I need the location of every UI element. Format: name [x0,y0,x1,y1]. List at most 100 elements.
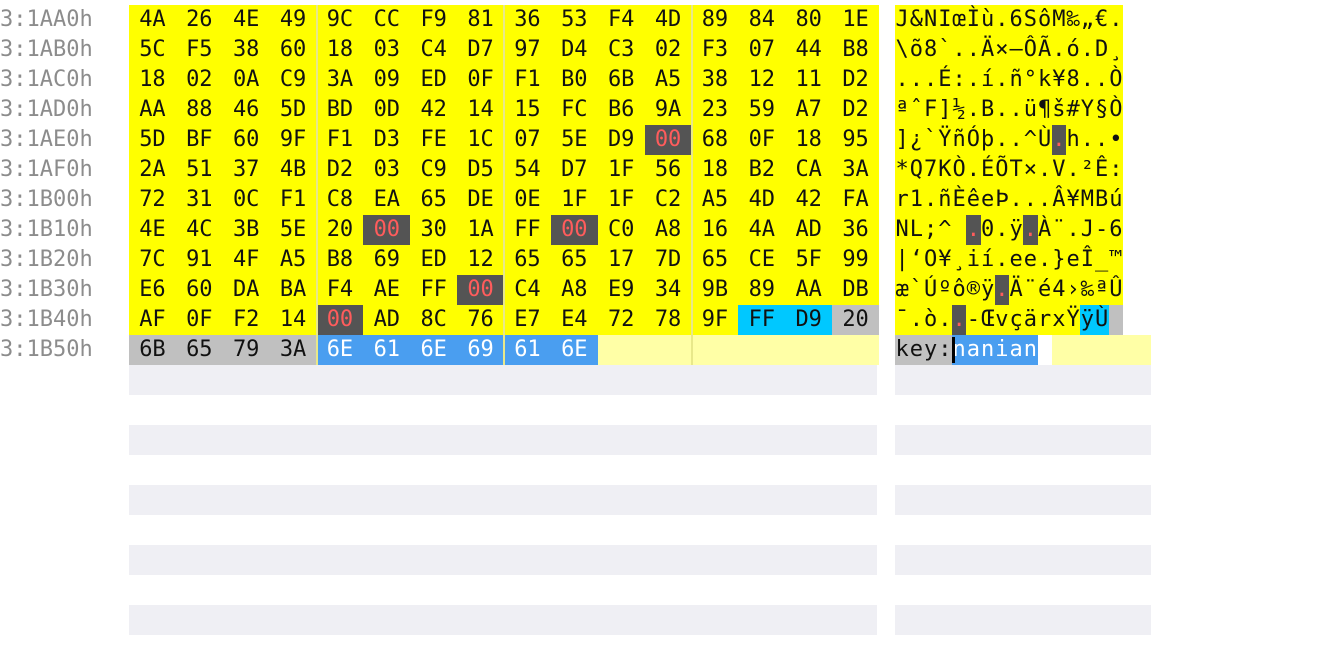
ascii-char-cell[interactable]: ² [1080,155,1095,185]
hex-byte-cell[interactable]: 0C [222,185,270,215]
hex-byte-cell[interactable]: 20 [832,305,879,335]
hex-byte-cell[interactable]: 0D [363,95,411,125]
hex-byte-cell[interactable]: 0F [175,305,223,335]
hex-byte-cell[interactable]: 99 [832,245,879,275]
hex-byte-cell[interactable]: C3 [597,35,645,65]
ascii-char-cell[interactable]: Ù [1037,125,1052,155]
ascii-char-cell[interactable]: n [980,335,995,365]
ascii-char-cell[interactable]: Ì [966,5,981,35]
hex-byte-cell[interactable]: 59 [738,95,786,125]
ascii-char-cell[interactable]: . [909,65,924,95]
hex-byte-cell[interactable]: 14 [269,305,317,335]
ascii-char-cell[interactable]: B [1094,185,1109,215]
hex-byte-cell[interactable]: 16 [691,215,739,245]
ascii-char-cell[interactable]: ‰ [1080,275,1095,305]
ascii-char-cell[interactable]: À [1037,215,1052,245]
ascii-char-cell[interactable]: . [994,215,1009,245]
hex-byte-cell[interactable]: ED [410,245,458,275]
ascii-char-cell[interactable]: N [923,5,938,35]
hex-byte-cell[interactable]: 89 [691,5,739,35]
hex-byte-cell[interactable]: F3 [691,35,739,65]
hex-byte-cell[interactable]: F1 [504,65,551,95]
hex-byte-cell[interactable]: F2 [222,305,270,335]
ascii-char-cell[interactable]: Ä [980,35,995,65]
ascii-char-cell[interactable]: J [1080,215,1095,245]
ascii-char-cell[interactable]: } [1051,245,1066,275]
hex-byte-cell[interactable]: 3A [269,335,317,365]
hex-byte-cell[interactable]: D9 [785,305,833,335]
ascii-char-cell[interactable]: . [1009,125,1024,155]
ascii-char-cell[interactable]: ¶ [1037,95,1052,125]
ascii-char-cell[interactable]: n [1023,335,1038,365]
hex-byte-cell[interactable]: F1 [316,125,364,155]
hex-byte-cell[interactable]: 60 [269,35,317,65]
ascii-char-cell[interactable]: ¸ [952,245,967,275]
ascii-char-cell[interactable]: ¨ [1023,275,1038,305]
ascii-char-cell[interactable]: e [909,335,924,365]
ascii-char-cell[interactable]: ¥ [1066,185,1081,215]
hex-byte-cell[interactable]: 03 [363,35,411,65]
hex-byte-cell[interactable]: 23 [691,95,739,125]
hex-byte-cell[interactable]: 37 [222,155,270,185]
ascii-char-cell[interactable]: k [1037,65,1052,95]
hex-byte-cell[interactable]: F4 [597,5,645,35]
hex-byte-cell[interactable]: D5 [457,155,504,185]
ascii-char-cell[interactable]: : [937,335,952,365]
hex-byte-cell[interactable]: F9 [410,5,458,35]
hex-byte-cell[interactable]: 44 [785,35,833,65]
ascii-char-cell[interactable]: ` [909,275,924,305]
ascii-char-cell[interactable]: . [966,65,981,95]
ascii-char-cell[interactable]: . [1094,125,1109,155]
ascii-char-cell[interactable]: í [980,245,995,275]
hex-byte-cell[interactable]: B0 [550,65,598,95]
ascii-char-cell[interactable]: Ÿ [1066,305,1081,335]
hex-byte-cell[interactable]: D2 [316,155,364,185]
hex-byte-cell[interactable]: B8 [316,245,364,275]
ascii-char-cell[interactable]: ^ [1023,125,1038,155]
hex-byte-cell[interactable]: 88 [175,95,223,125]
ascii-char-cell[interactable]: Ú [923,275,938,305]
ascii-char-cell[interactable]: É [937,65,952,95]
hex-byte-cell[interactable]: 3A [832,155,879,185]
ascii-char-cell[interactable]: ÿ [980,275,995,305]
ascii-char-cell[interactable]: ¥ [937,245,952,275]
hex-byte-cell[interactable]: 3A [316,65,364,95]
hex-byte-cell[interactable]: EA [363,185,411,215]
hex-byte-cell[interactable]: 9F [691,305,739,335]
ascii-char-cell[interactable]: _ [1094,245,1109,275]
hex-byte-cell[interactable]: 18 [785,125,833,155]
hex-byte-cell[interactable]: D3 [363,125,411,155]
ascii-char-cell[interactable]: r [895,185,910,215]
hex-byte-cell[interactable]: BA [269,275,317,305]
hex-byte-cell[interactable]: 0E [504,185,551,215]
ascii-char-cell[interactable]: . [994,65,1009,95]
ascii-char-cell[interactable]: ò [923,305,938,335]
hex-byte-cell[interactable]: BD [316,95,364,125]
ascii-char-cell[interactable]: . [1023,185,1038,215]
hex-byte-cell[interactable]: FF [738,305,786,335]
hex-byte-cell[interactable]: DE [457,185,504,215]
ascii-char-cell[interactable]: # [1066,95,1081,125]
hex-byte-cell[interactable]: 31 [175,185,223,215]
ascii-char-cell[interactable]: . [923,185,938,215]
hex-byte-cell[interactable]: 30 [410,215,458,245]
ascii-char-cell[interactable]: . [909,305,924,335]
ascii-char-cell[interactable]: ª [895,95,910,125]
ascii-char-cell[interactable]: ½ [952,95,967,125]
ascii-char-cell[interactable]: ó [1066,35,1081,65]
ascii-char-cell[interactable]: y [923,335,938,365]
ascii-char-cell[interactable]: ; [923,215,938,245]
hex-byte-cell[interactable]: 4A [129,5,176,35]
ascii-char-cell[interactable]: ˆ [909,95,924,125]
hex-byte-cell[interactable]: 00 [550,215,598,245]
hex-byte-cell[interactable]: AA [785,275,833,305]
hex-byte-cell[interactable]: D2 [832,65,879,95]
hex-byte-cell[interactable]: 56 [644,155,692,185]
hex-byte-cell[interactable]: 00 [644,125,692,155]
ascii-char-cell[interactable]: ñ [952,125,967,155]
hex-byte-cell[interactable]: A5 [691,185,739,215]
hex-byte-cell[interactable]: D7 [550,155,598,185]
ascii-char-cell[interactable]: . [1108,5,1123,35]
hex-byte-cell[interactable]: CA [785,155,833,185]
ascii-char-cell[interactable]: e [1009,245,1024,275]
